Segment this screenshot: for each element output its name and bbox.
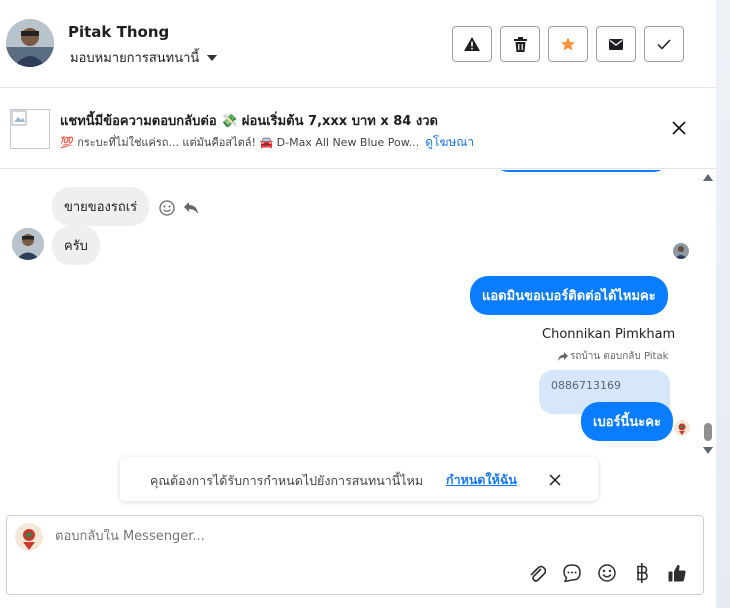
outgoing-message[interactable]: แอดมินขอเบอร์ติดต่อได้ไหมคะ: [470, 276, 668, 315]
messenger-conversation-panel: Pitak Thong มอบหมายการสนทนานี้ แชทนี้มีข…: [0, 0, 730, 608]
baht-icon: [637, 563, 648, 583]
report-spam-button[interactable]: [452, 26, 492, 62]
assign-to-me-link[interactable]: กำหนดให้ฉัน: [446, 470, 517, 490]
mark-unread-button[interactable]: [596, 26, 636, 62]
dismiss-prompt-button[interactable]: [548, 472, 562, 486]
star-icon: [561, 37, 575, 51]
scroll-up-arrow[interactable]: [703, 174, 713, 181]
forward-reply-icon: [558, 352, 568, 361]
ad-thumbnail[interactable]: [10, 109, 50, 149]
view-ad-link[interactable]: ดูโฆษณา: [425, 135, 474, 149]
seen-avatar: [673, 243, 689, 259]
mark-done-button[interactable]: [644, 26, 684, 62]
payment-button[interactable]: [632, 562, 652, 584]
caret-down-icon: [207, 54, 218, 61]
page-avatar: [15, 523, 43, 551]
warning-icon: [464, 37, 480, 51]
broken-image-icon: [11, 110, 27, 126]
agent-name: Chonnikan Pimkham: [542, 327, 676, 342]
check-icon: [657, 38, 671, 50]
message-actions: [159, 200, 199, 216]
emoji-react-icon[interactable]: [159, 200, 175, 216]
assignment-prompt: คุณต้องการได้รับการกำหนดไปยังการสนทนานี้…: [120, 457, 598, 501]
trash-icon: [513, 36, 527, 52]
close-icon: [672, 121, 686, 135]
scrollbar-thumb[interactable]: [704, 423, 712, 441]
contact-name[interactable]: Pitak Thong: [68, 23, 169, 41]
star-button[interactable]: [548, 26, 588, 62]
like-button[interactable]: [667, 562, 687, 584]
contact-avatar-small[interactable]: [12, 228, 44, 260]
envelope-icon: [609, 38, 623, 50]
composer-toolbar: [527, 562, 687, 584]
conversation-header: Pitak Thong มอบหมายการสนทนานี้: [0, 0, 716, 88]
saved-replies-button[interactable]: [562, 562, 582, 584]
delete-button[interactable]: [500, 26, 540, 62]
close-icon: [549, 474, 561, 486]
ad-context-bar: แชทนี้มีข้อความตอบกลับต่อ 💸 ผ่อนเริ่มต้น…: [0, 89, 716, 169]
page-edge: [716, 0, 730, 608]
reply-note: รถบ้าน ตอบกลับ Pitak: [558, 349, 668, 364]
chat-bubble-icon: [563, 564, 581, 582]
ad-subtitle-text: 💯 กระบะที่ไม่ใช่แค่รถ... แต่มันคือสไตล์!…: [60, 136, 420, 149]
message-input[interactable]: [55, 529, 555, 544]
contact-avatar[interactable]: [6, 19, 54, 67]
reply-icon[interactable]: [183, 201, 199, 215]
assignment-prompt-text: คุณต้องการได้รับการกำหนดไปยังการสนทนานี้…: [150, 473, 424, 488]
page-seen-avatar: [674, 420, 690, 436]
attach-button[interactable]: [527, 562, 547, 584]
incoming-message[interactable]: ขายของรถเร่: [52, 187, 150, 226]
emoji-button[interactable]: [597, 562, 617, 584]
ad-subtitle: 💯 กระบะที่ไม่ใช่แค่รถ... แต่มันคือสไตล์!…: [60, 133, 474, 152]
thumbs-up-icon: [668, 564, 686, 582]
paperclip-icon: [530, 565, 546, 582]
reply-composer: [6, 515, 704, 595]
close-ad-button[interactable]: [670, 119, 688, 137]
incoming-message[interactable]: ครับ: [52, 226, 100, 265]
outgoing-message[interactable]: เบอร์นี้นะคะ: [581, 402, 673, 441]
smiley-icon: [598, 564, 616, 582]
assign-label: มอบหมายการสนทนานี้: [70, 51, 200, 66]
scroll-down-arrow[interactable]: [703, 447, 713, 454]
ad-title: แชทนี้มีข้อความตอบกลับต่อ 💸 ผ่อนเริ่มต้น…: [60, 114, 438, 129]
reply-note-text: รถบ้าน ตอบกลับ Pitak: [570, 351, 669, 362]
previous-message-bubble: [494, 170, 668, 172]
assign-dropdown[interactable]: มอบหมายการสนทนานี้: [70, 47, 218, 68]
